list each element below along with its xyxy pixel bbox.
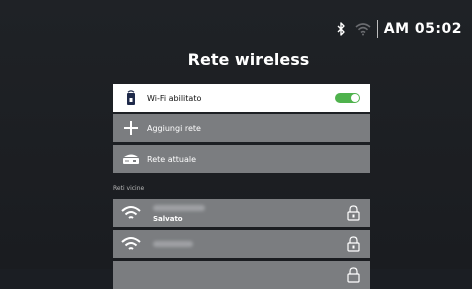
wifi-icon xyxy=(355,20,371,38)
network-item[interactable]: Salvato xyxy=(113,199,370,227)
current-network-row[interactable]: Rete attuale xyxy=(113,145,370,173)
network-name-redacted xyxy=(153,205,205,211)
lock-icon xyxy=(347,236,360,252)
network-status: Salvato xyxy=(153,215,183,223)
screen: AM 05:02 Rete wireless Wi-Fi abilitato A… xyxy=(0,0,472,289)
add-network-label: Aggiungi rete xyxy=(147,123,201,133)
network-item[interactable] xyxy=(113,230,370,258)
network-name-redacted xyxy=(153,241,193,247)
wifi-toggle[interactable] xyxy=(335,93,360,103)
status-bar: AM 05:02 xyxy=(333,18,462,40)
router-icon xyxy=(121,88,141,108)
router-device-icon xyxy=(121,149,141,169)
clock: AM 05:02 xyxy=(383,21,462,37)
lock-icon xyxy=(347,205,360,221)
nearby-networks-heading: Reti vicine xyxy=(113,185,145,192)
toggle-knob xyxy=(351,94,359,102)
network-item[interactable] xyxy=(113,261,370,289)
current-network-label: Rete attuale xyxy=(147,154,197,164)
wifi-enabled-label: Wi-Fi abilitato xyxy=(147,93,202,103)
wifi-signal-icon xyxy=(121,204,141,222)
wifi-signal-icon xyxy=(121,235,141,253)
bluetooth-icon xyxy=(333,20,349,38)
add-network-row[interactable]: Aggiungi rete xyxy=(113,114,370,142)
lock-icon xyxy=(347,267,360,283)
plus-icon xyxy=(121,118,141,138)
status-separator xyxy=(376,20,378,38)
wifi-enabled-row[interactable]: Wi-Fi abilitato xyxy=(113,84,370,112)
page-title: Rete wireless xyxy=(187,50,310,69)
